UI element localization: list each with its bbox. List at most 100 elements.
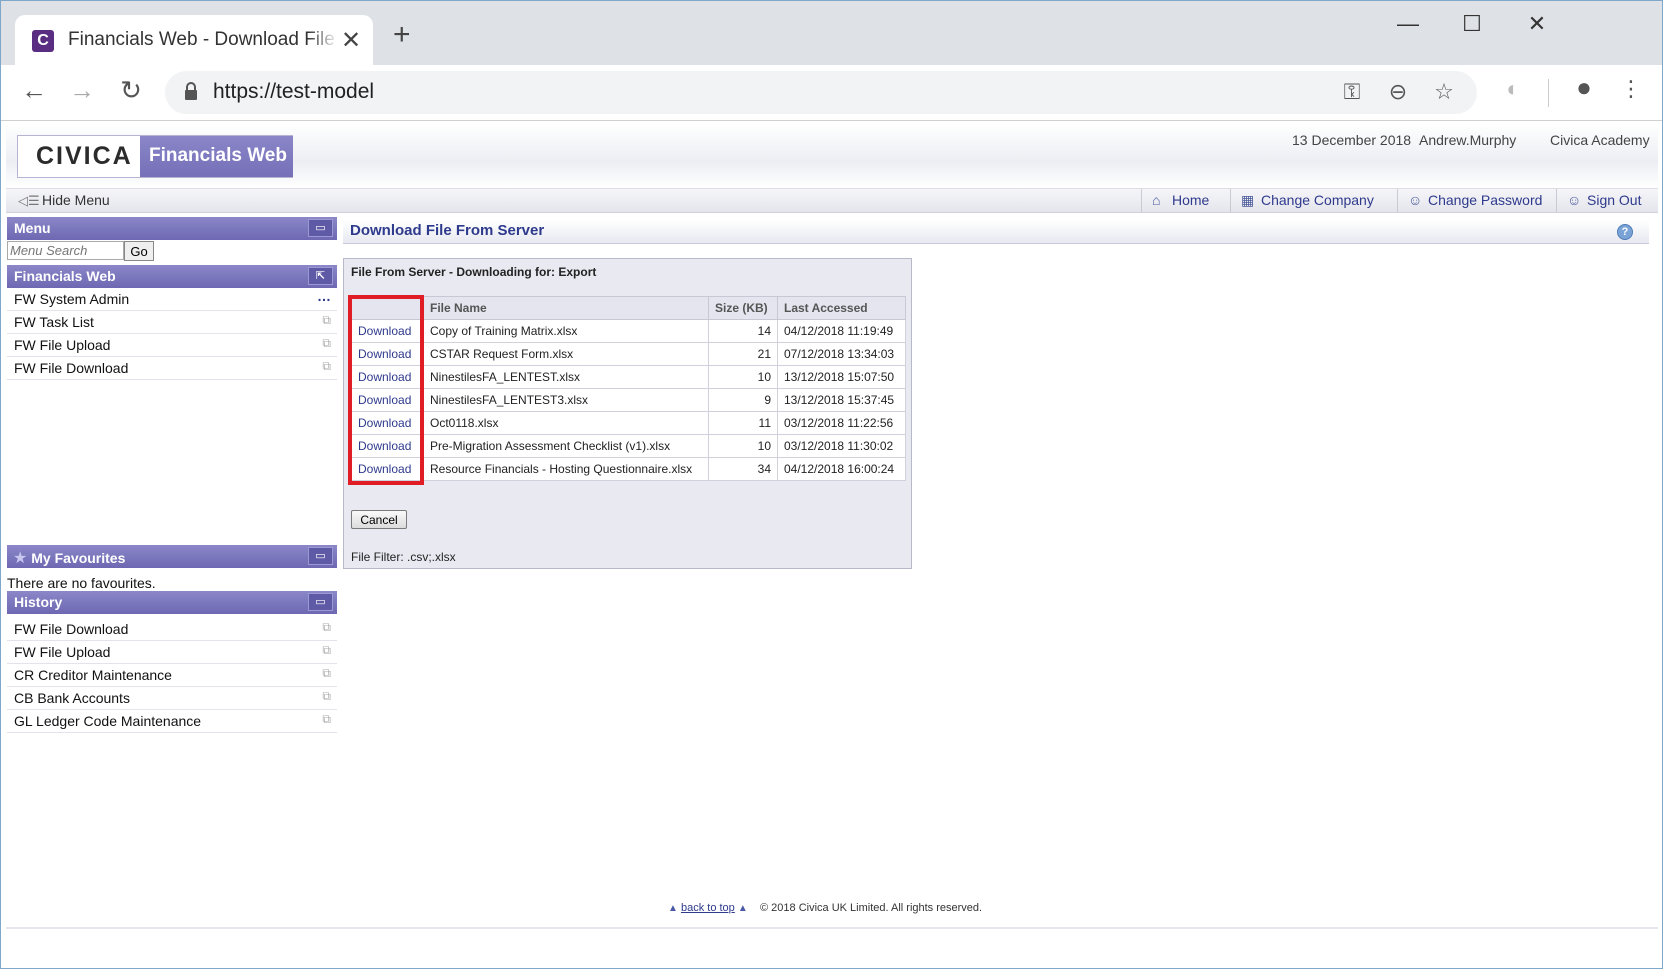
home-link[interactable]: ⌂ Home — [1141, 189, 1219, 213]
download-link[interactable]: Download — [351, 457, 424, 481]
close-window-icon[interactable]: ✕ — [1517, 11, 1557, 37]
page-title-bar: Download File From Server ? — [343, 220, 1649, 244]
open-window-icon[interactable]: ⧉ — [322, 689, 331, 704]
download-link[interactable]: Download — [351, 434, 424, 458]
column-header-size[interactable]: Size (KB) — [708, 296, 778, 320]
menu-item-fw-task-list[interactable]: FW Task List ⧉ — [7, 311, 337, 334]
table-row: Download Copy of Training Matrix.xlsx 14… — [351, 319, 906, 343]
file-name-cell: CSTAR Request Form.xlsx — [423, 342, 709, 366]
file-filter-text: File Filter: .csv;.xlsx — [351, 550, 456, 564]
building-icon: ▦ — [1241, 192, 1255, 208]
close-tab-icon[interactable]: ✕ — [341, 26, 361, 55]
history-panel-collapse-icon[interactable]: ▭ — [308, 593, 333, 611]
download-link[interactable]: Download — [351, 388, 424, 412]
open-window-icon[interactable]: ⧉ — [322, 712, 331, 727]
browser-tabstrip: C Financials Web - Download File From Se… — [1, 1, 1662, 65]
current-company: Civica Academy — [1550, 132, 1650, 148]
file-size-cell: 10 — [708, 434, 778, 458]
download-link[interactable]: Download — [351, 319, 424, 343]
bookmark-star-icon[interactable]: ☆ — [1429, 79, 1459, 105]
logo-text: CIVICA — [36, 142, 133, 170]
file-name-cell: Pre-Migration Assessment Checklist (v1).… — [423, 434, 709, 458]
key-icon[interactable]: ⚿ — [1337, 79, 1367, 105]
column-header-last-accessed[interactable]: Last Accessed — [777, 296, 906, 320]
menu-item-fw-system-admin[interactable]: FW System Admin … — [7, 288, 337, 311]
file-size-cell: 9 — [708, 388, 778, 412]
history-item-fw-file-download[interactable]: FW File Download ⧉ — [7, 618, 337, 641]
column-header-file-name[interactable]: File Name — [423, 296, 709, 320]
favourites-panel-title: My Favourites — [31, 550, 126, 566]
browser-tab[interactable]: C Financials Web - Download File From Se… — [15, 15, 373, 65]
current-user: Andrew.Murphy — [1419, 132, 1517, 148]
open-window-icon[interactable]: ⧉ — [322, 643, 331, 658]
product-name: Financials Web — [140, 136, 293, 177]
menu-item-fw-file-download[interactable]: FW File Download ⧉ — [7, 357, 337, 380]
history-item-fw-file-upload[interactable]: FW File Upload ⧉ — [7, 641, 337, 664]
open-window-icon[interactable]: ⧉ — [322, 620, 331, 635]
history-item-label: GL Ledger Code Maintenance — [14, 713, 202, 729]
open-window-icon[interactable]: ⧉ — [322, 313, 331, 328]
more-menu-icon[interactable]: ⋮ — [1614, 76, 1648, 102]
history-item-cb-bank-accounts[interactable]: CB Bank Accounts ⧉ — [7, 687, 337, 710]
new-tab-icon[interactable]: + — [393, 20, 411, 50]
file-name-cell: Resource Financials - Hosting Questionna… — [423, 457, 709, 481]
open-window-icon[interactable]: ⧉ — [322, 666, 331, 681]
table-row: Download Oct0118.xlsx 11 03/12/2018 11:2… — [351, 411, 906, 435]
hide-menu-label: Hide Menu — [42, 192, 110, 208]
history-list: FW File Download ⧉ FW File Upload ⧉ CR C… — [7, 618, 337, 733]
page-footer: ▲ back to top ▲ © 2018 Civica UK Limited… — [668, 902, 982, 914]
address-bar[interactable]: https://test-model ⚿ ⊖ ☆ — [165, 71, 1477, 114]
download-link[interactable]: Download — [351, 365, 424, 389]
maximize-icon[interactable]: ☐ — [1452, 11, 1492, 37]
extension-icon[interactable]: ◐ — [1496, 76, 1530, 102]
help-icon[interactable]: ? — [1617, 224, 1633, 240]
up-arrow-icon: ▲ — [668, 903, 678, 914]
copyright-text: © 2018 Civica UK Limited. All rights res… — [760, 902, 983, 914]
table-row: Download CSTAR Request Form.xlsx 21 07/1… — [351, 342, 906, 366]
forward-icon[interactable]: → — [65, 75, 99, 106]
download-link[interactable]: Download — [351, 342, 424, 366]
open-window-icon[interactable]: ⧉ — [322, 336, 331, 351]
last-accessed-cell: 04/12/2018 16:00:24 — [777, 457, 906, 481]
zoom-icon[interactable]: ⊖ — [1383, 79, 1413, 105]
back-icon[interactable]: ← — [17, 75, 51, 106]
tab-title: Financials Web - Download File From Serv… — [68, 29, 338, 51]
files-table: File Name Size (KB) Last Accessed Downlo… — [351, 296, 906, 481]
file-name-cell: Oct0118.xlsx — [423, 411, 709, 435]
page-title: Download File From Server — [350, 222, 545, 239]
table-row: Download Pre-Migration Assessment Checkl… — [351, 434, 906, 458]
change-company-link[interactable]: ▦ Change Company — [1230, 189, 1384, 213]
financials-panel-header: Financials Web ⇱ — [7, 265, 337, 288]
favourites-panel-collapse-icon[interactable]: ▭ — [308, 547, 333, 565]
open-window-icon[interactable]: ⧉ — [322, 359, 331, 374]
financials-panel-open-icon[interactable]: ⇱ — [308, 267, 333, 285]
download-link[interactable]: Download — [351, 411, 424, 435]
menu-search-input[interactable] — [7, 241, 124, 260]
no-favourites-text: There are no favourites. — [7, 575, 156, 591]
more-dots-icon[interactable]: … — [317, 288, 331, 304]
url-text[interactable]: https://test-model — [213, 80, 374, 104]
footer-divider — [6, 927, 1658, 929]
history-item-gl-ledger-code-maintenance[interactable]: GL Ledger Code Maintenance ⧉ — [7, 710, 337, 733]
sign-out-link[interactable]: ☺ Sign Out — [1556, 189, 1651, 213]
civica-logo: CIVICA Financials Web — [17, 135, 293, 178]
file-size-cell: 11 — [708, 411, 778, 435]
change-password-link[interactable]: ☺ Change Password — [1397, 189, 1552, 213]
history-item-cr-creditor-maintenance[interactable]: CR Creditor Maintenance ⧉ — [7, 664, 337, 687]
civica-favicon-icon: C — [32, 30, 54, 52]
history-item-label: FW File Download — [14, 621, 129, 637]
back-to-top-link[interactable]: back to top — [681, 902, 735, 914]
menu-panel-collapse-icon[interactable]: ▭ — [308, 219, 333, 237]
minimize-icon[interactable]: — — [1388, 11, 1428, 37]
reload-icon[interactable]: ↻ — [114, 75, 148, 106]
menu-item-label: FW File Download — [14, 360, 129, 376]
change-password-label: Change Password — [1428, 192, 1543, 208]
hide-menu-button[interactable]: ◁☰ Hide Menu — [18, 192, 110, 209]
menu-search-go-button[interactable]: Go — [124, 241, 154, 261]
cancel-button[interactable]: Cancel — [351, 510, 407, 529]
download-panel-heading: File From Server - Downloading for: Expo… — [351, 265, 597, 279]
last-accessed-cell: 04/12/2018 11:19:49 — [777, 319, 906, 343]
menu-item-fw-file-upload[interactable]: FW File Upload ⧉ — [7, 334, 337, 357]
account-icon[interactable]: ● — [1567, 72, 1601, 103]
last-accessed-cell: 03/12/2018 11:22:56 — [777, 411, 906, 435]
